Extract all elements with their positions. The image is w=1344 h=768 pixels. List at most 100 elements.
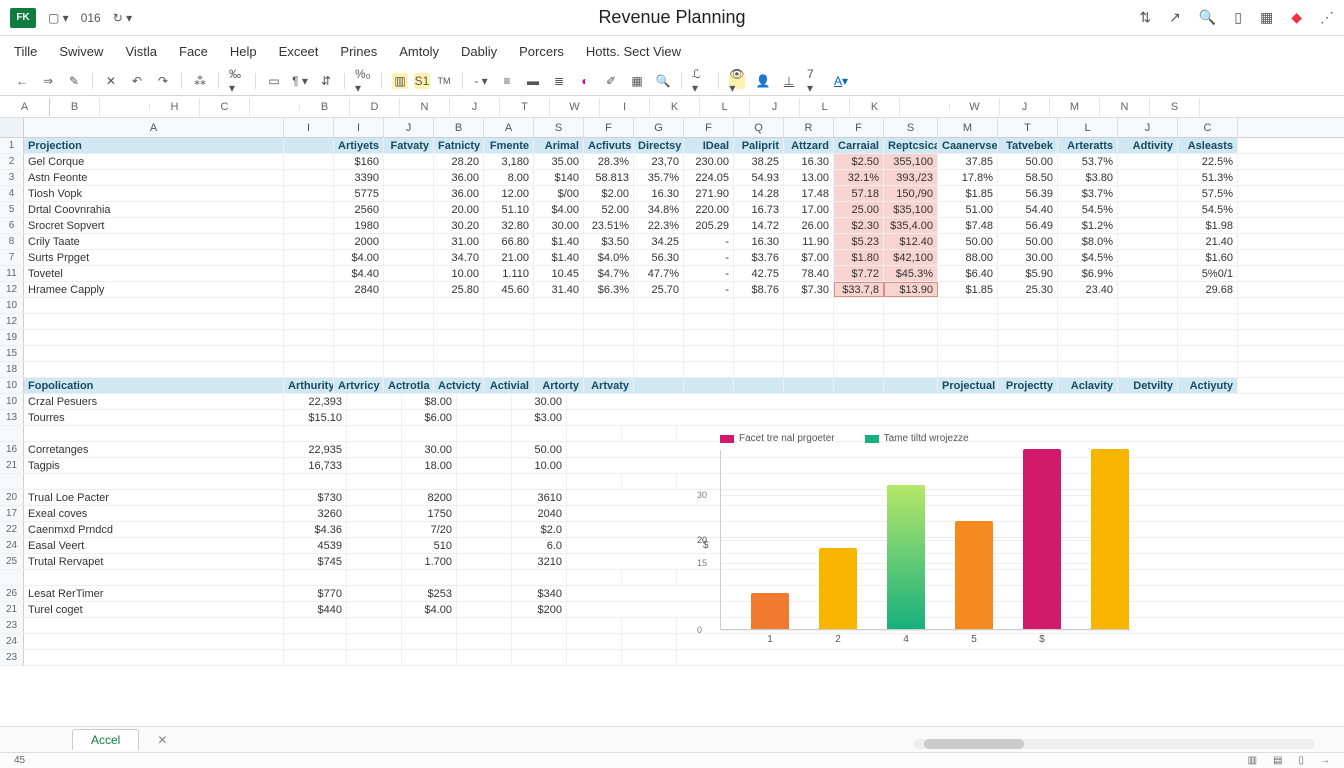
cell[interactable] — [24, 474, 284, 489]
cell[interactable] — [402, 474, 457, 489]
ref-cell[interactable]: M — [1050, 98, 1100, 116]
cell[interactable]: $7.48 — [938, 218, 998, 233]
cell[interactable] — [884, 346, 938, 361]
cell[interactable]: 21.40 — [1178, 234, 1238, 249]
cell[interactable]: - — [684, 250, 734, 265]
ref-cell[interactable]: B — [300, 98, 350, 116]
cell[interactable]: $440 — [284, 602, 347, 617]
cell[interactable] — [284, 362, 334, 377]
cell[interactable]: Exeal coves — [24, 506, 284, 521]
cell[interactable]: 53.7% — [1058, 154, 1118, 169]
table-row[interactable]: 24Easal Veert45395106.0 — [0, 538, 1344, 554]
horizontal-scrollbar[interactable] — [914, 739, 1314, 749]
autosave-widget[interactable]: ▢ ▾ — [48, 11, 69, 25]
cell[interactable] — [384, 330, 434, 345]
cell[interactable]: 54.93 — [734, 170, 784, 185]
cell[interactable] — [284, 314, 334, 329]
cell[interactable]: 10.45 — [534, 266, 584, 281]
cell[interactable] — [24, 426, 284, 441]
close-tab-icon[interactable]: ✕ — [157, 733, 167, 747]
cell[interactable]: Projectty — [998, 378, 1058, 393]
cell[interactable] — [998, 314, 1058, 329]
cell[interactable]: 37.85 — [938, 154, 998, 169]
table-row[interactable]: 18 — [0, 362, 1344, 378]
cell[interactable]: 21.00 — [484, 250, 534, 265]
cell[interactable]: $4.7% — [584, 266, 634, 281]
cell[interactable] — [534, 362, 584, 377]
cell[interactable] — [347, 426, 402, 441]
cell[interactable] — [567, 634, 622, 649]
cell[interactable] — [24, 570, 284, 585]
cell[interactable]: $2.30 — [834, 218, 884, 233]
table-row[interactable]: 23 — [0, 650, 1344, 666]
cell[interactable]: Tagpis — [24, 458, 284, 473]
cell[interactable]: 271.90 — [684, 186, 734, 201]
cell[interactable] — [24, 650, 284, 665]
cell[interactable]: 1.700 — [402, 554, 457, 569]
cell[interactable] — [622, 650, 677, 665]
cell[interactable]: 17.00 — [784, 202, 834, 217]
table-row[interactable]: 7Surts Prpget$4.0034.7021.00$1.40$4.0%56… — [0, 250, 1344, 266]
cell[interactable]: 38.25 — [734, 154, 784, 169]
row-header[interactable]: 5 — [0, 202, 24, 217]
table-row[interactable] — [0, 426, 1344, 442]
cell[interactable]: 54.5% — [1178, 202, 1238, 217]
cell[interactable] — [884, 362, 938, 377]
cell[interactable]: Tourres — [24, 410, 284, 425]
cell[interactable] — [534, 298, 584, 313]
cell[interactable]: Asleasts — [1178, 138, 1238, 153]
cell[interactable]: 25.00 — [834, 202, 884, 217]
cell[interactable] — [512, 474, 567, 489]
cell[interactable]: 32.80 — [484, 218, 534, 233]
tag-icon[interactable]: TM — [436, 73, 452, 89]
table-row[interactable]: 8Crily Taate200031.0066.80$1.40$3.5034.2… — [0, 234, 1344, 250]
cell[interactable] — [484, 314, 534, 329]
cell[interactable] — [384, 234, 434, 249]
cell[interactable] — [684, 314, 734, 329]
cell[interactable]: 7/20 — [402, 522, 457, 537]
cell[interactable] — [734, 314, 784, 329]
table-row[interactable]: 11Tovetel$4.4010.001.11010.45$4.7%47.7%-… — [0, 266, 1344, 282]
cell[interactable]: $35,100 — [884, 202, 938, 217]
cell[interactable] — [784, 362, 834, 377]
cell[interactable] — [384, 314, 434, 329]
cell[interactable] — [938, 362, 998, 377]
table-row[interactable]: 10FopolicationArthurityArtvricyActrotlaA… — [0, 378, 1344, 394]
cell[interactable] — [284, 186, 334, 201]
cell[interactable] — [347, 538, 402, 553]
cell[interactable] — [534, 314, 584, 329]
menu-dabliy[interactable]: Dabliy — [461, 44, 497, 59]
cell[interactable] — [884, 330, 938, 345]
cell[interactable] — [634, 362, 684, 377]
row-header[interactable]: 16 — [0, 442, 24, 457]
cell[interactable] — [402, 650, 457, 665]
cell[interactable] — [634, 346, 684, 361]
cell[interactable]: 51.10 — [484, 202, 534, 217]
cell[interactable]: $4.0% — [584, 250, 634, 265]
ref-cell[interactable]: A — [0, 98, 50, 116]
cell[interactable]: Tatvebek — [998, 138, 1058, 153]
cell[interactable]: 31.00 — [434, 234, 484, 249]
ref-cell[interactable]: D — [350, 98, 400, 116]
search-icon[interactable]: 🔍 — [1199, 9, 1216, 26]
cell[interactable]: $3.76 — [734, 250, 784, 265]
cell[interactable] — [347, 490, 402, 505]
ref-cell[interactable]: J — [750, 98, 800, 116]
cell[interactable]: $42,100 — [884, 250, 938, 265]
cell[interactable] — [457, 506, 512, 521]
table-row[interactable]: 19 — [0, 330, 1344, 346]
ref-cell[interactable] — [100, 104, 150, 110]
table-row[interactable]: 17Exeal coves326017502040 — [0, 506, 1344, 522]
cell[interactable]: Srocret Sopvert — [24, 218, 284, 233]
cell[interactable] — [834, 346, 884, 361]
cell[interactable]: - — [684, 282, 734, 297]
column-header[interactable]: F — [584, 118, 634, 137]
select-all-corner[interactable] — [0, 118, 24, 137]
cell[interactable] — [484, 298, 534, 313]
cell[interactable]: 58.813 — [584, 170, 634, 185]
redo-icon[interactable]: ↷ — [155, 73, 171, 89]
expand-icon[interactable]: → — [1320, 755, 1330, 766]
cell[interactable]: 26.00 — [784, 218, 834, 233]
ref-cell[interactable] — [250, 104, 300, 110]
justify-icon[interactable]: ≣ — [551, 73, 567, 89]
